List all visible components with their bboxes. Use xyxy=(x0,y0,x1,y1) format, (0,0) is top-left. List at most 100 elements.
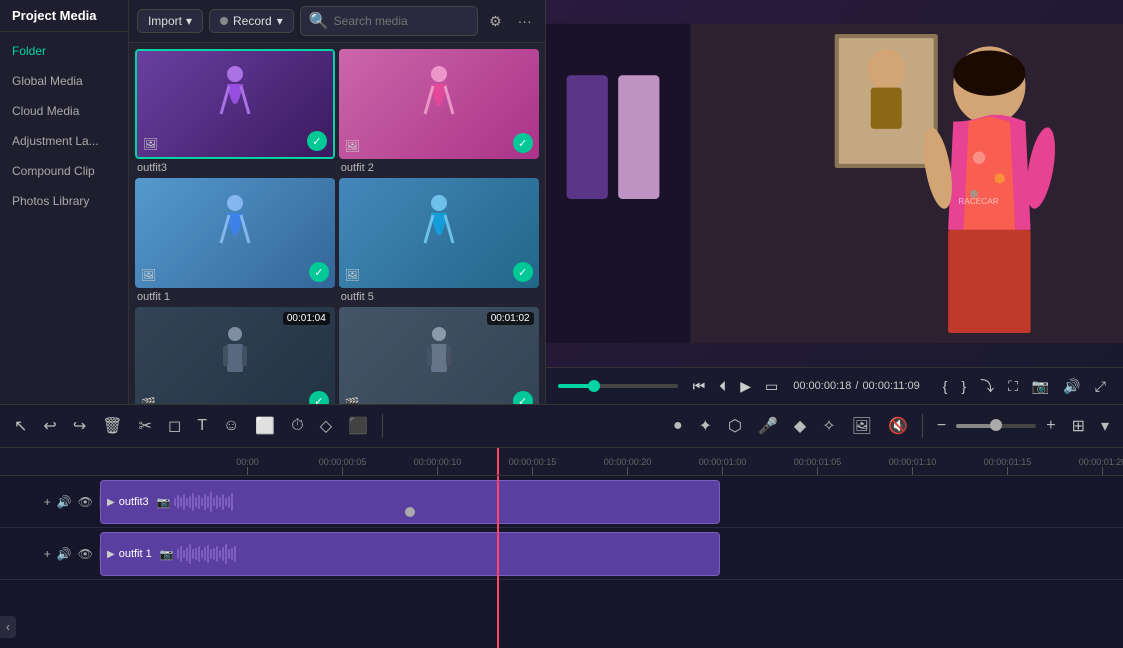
text-button[interactable]: T xyxy=(191,413,213,439)
media-item-video1[interactable]: 00:01:04 🎬 ✓ xyxy=(135,307,335,404)
media-thumb-outfit5: 🖼 ✓ xyxy=(339,178,539,288)
expand-button[interactable]: ⤢ xyxy=(1090,374,1111,398)
preview-video: RACECAR xyxy=(546,0,1123,367)
track-visible-button-1[interactable]: 👁 xyxy=(78,495,93,509)
track-visible-button-2[interactable]: 👁 xyxy=(78,547,93,561)
mute-button[interactable]: 🔇 xyxy=(882,412,914,440)
check-badge-video1: ✓ xyxy=(309,391,329,404)
search-input[interactable] xyxy=(334,14,469,28)
import-chevron-icon: ▾ xyxy=(186,14,192,28)
color-button[interactable]: ● xyxy=(667,413,689,439)
fullscreen-button[interactable]: ⛶ xyxy=(1003,374,1023,398)
transition-button[interactable]: ◇ xyxy=(314,412,338,440)
zoom-out-button[interactable]: − xyxy=(931,413,952,439)
track-controls-1: + 🔊 👁 xyxy=(0,495,100,509)
track-content-1: ▶ outfit3 📷 xyxy=(100,476,1123,527)
sidebar-item-folder[interactable]: Folder xyxy=(0,36,128,66)
rewind-button[interactable]: ⏮ xyxy=(688,376,711,397)
delete-button[interactable]: 🗑 xyxy=(96,412,128,440)
zoom-in-button[interactable]: + xyxy=(1040,413,1061,439)
track-volume-button-1[interactable]: 🔊 xyxy=(57,495,72,509)
ruler-mark-5: 00:00:01:00 xyxy=(675,457,770,475)
freeze-button[interactable]: ⬛ xyxy=(342,412,374,440)
track-add-button-1[interactable]: + xyxy=(44,495,51,509)
undo-button[interactable]: ↩ xyxy=(37,412,62,440)
media-grid: 🖼 ✓ outfit3 🖼 ✓ outfit 2 xyxy=(129,43,545,404)
snapshot-button[interactable]: 📷 xyxy=(1027,374,1054,398)
keyframe-button[interactable]: ◆ xyxy=(788,412,812,440)
motion-button[interactable]: ✧ xyxy=(816,412,841,440)
media-thumb-outfit2: 🖼 ✓ xyxy=(339,49,539,159)
cut-button[interactable]: ✂ xyxy=(133,412,158,440)
search-box: 🔍 xyxy=(300,6,478,36)
image-icon: 🖼 xyxy=(143,137,158,151)
pointer-tool[interactable]: ↖ xyxy=(8,412,33,440)
media-item-outfit2[interactable]: 🖼 ✓ outfit 2 xyxy=(339,49,539,174)
media-label-outfit1: outfit 1 xyxy=(135,291,335,303)
media-label-outfit3: outfit3 xyxy=(135,162,335,174)
ruler-marks: 00:00 00:00:00:05 00:00:00:10 00:00:00:1… xyxy=(100,448,1123,475)
record-button[interactable]: Record ▾ xyxy=(209,9,294,33)
track-add-button-2[interactable]: + xyxy=(44,547,51,561)
media-toolbar: Import ▾ Record ▾ 🔍 ⚙ ··· xyxy=(129,0,545,43)
import-button[interactable]: Import ▾ xyxy=(137,9,203,33)
import-label: Import xyxy=(148,14,182,28)
audio-button[interactable]: 🔊 xyxy=(1058,374,1085,398)
ruler-mark-4: 00:00:00:20 xyxy=(580,457,675,475)
left-panel: Project Media Folder Global Media Cloud … xyxy=(0,0,129,404)
zoom-bar[interactable] xyxy=(956,424,1036,428)
more-button[interactable]: ▾ xyxy=(1095,412,1115,440)
clip-camera-icon-2: 📷 xyxy=(160,548,174,561)
media-item-outfit1[interactable]: 🖼 ✓ outfit 1 xyxy=(135,178,335,303)
media-thumb-outfit3: 🖼 ✓ xyxy=(135,49,335,159)
effects-button[interactable]: ✦ xyxy=(693,412,718,440)
media-item-video2[interactable]: 00:01:02 🎬 ✓ xyxy=(339,307,539,404)
check-badge-outfit3: ✓ xyxy=(307,131,327,151)
media-item-outfit5[interactable]: 🖼 ✓ outfit 5 xyxy=(339,178,539,303)
record-chevron-icon: ▾ xyxy=(277,14,283,28)
filter-button[interactable]: ⚙ xyxy=(484,11,507,32)
main-toolbar: ↖ ↩ ↪ 🗑 ✂ ◻ T ☺ ⬜ ⏱ ◇ ⬛ ● ✦ ⬡ 🎤 ◆ ✧ 🖼 🔇 … xyxy=(0,404,1123,448)
more-options-button[interactable]: ··· xyxy=(513,11,537,31)
track-content-2: ▶ outfit 1 📷 xyxy=(100,528,1123,579)
duration-badge-video1: 00:01:04 xyxy=(283,312,330,325)
track-row-2: + 🔊 👁 ▶ outfit 1 📷 xyxy=(0,528,1123,580)
audio-track-button[interactable]: 🎤 xyxy=(752,412,784,440)
track-clip-outfit3[interactable]: ▶ outfit3 📷 xyxy=(100,480,720,524)
play-button[interactable]: ▶ xyxy=(735,376,756,397)
insert-button[interactable]: ⤵ xyxy=(975,374,999,398)
outfit5-figure-icon xyxy=(419,193,459,273)
ruler-mark-6: 00:00:01:05 xyxy=(770,457,865,475)
redo-button[interactable]: ↪ xyxy=(67,412,92,440)
media-panel: Import ▾ Record ▾ 🔍 ⚙ ··· xyxy=(129,0,546,404)
ruler-mark-9: 00:00:01:20 xyxy=(1055,457,1123,475)
sidebar-item-photos-library[interactable]: Photos Library xyxy=(0,186,128,216)
image-button[interactable]: 🖼 xyxy=(846,412,878,440)
out-point-button[interactable]: } xyxy=(956,374,971,398)
mask-button[interactable]: ⬡ xyxy=(722,412,748,440)
sidebar-item-global-media[interactable]: Global Media xyxy=(0,66,128,96)
sticker-button[interactable]: ☺ xyxy=(217,413,245,439)
frame-forward-button[interactable]: ▭ xyxy=(760,376,783,397)
progress-knob[interactable] xyxy=(588,380,600,392)
ruler-playhead xyxy=(497,448,499,475)
preview-scene-svg: RACECAR xyxy=(546,0,1123,367)
crop-button[interactable]: ◻ xyxy=(162,412,187,440)
in-point-button[interactable]: { xyxy=(938,374,953,398)
frame-back-button[interactable]: ⏴ xyxy=(714,376,731,397)
zoom-knob[interactable] xyxy=(990,419,1002,431)
sidebar-item-adjustment-layer[interactable]: Adjustment La... xyxy=(0,126,128,156)
track-volume-button-2[interactable]: 🔊 xyxy=(57,547,72,561)
overlay-button[interactable]: ⬜ xyxy=(249,412,281,440)
sidebar-item-compound-clip[interactable]: Compound Clip xyxy=(0,156,128,186)
track-clip-outfit1[interactable]: ▶ outfit 1 📷 xyxy=(100,532,720,576)
check-badge-outfit2: ✓ xyxy=(513,133,533,153)
sidebar-item-cloud-media[interactable]: Cloud Media xyxy=(0,96,128,126)
media-item-outfit3[interactable]: 🖼 ✓ outfit3 xyxy=(135,49,335,174)
speed-button[interactable]: ⏱ xyxy=(285,413,309,439)
progress-bar[interactable] xyxy=(558,384,678,388)
clip-label-outfit1: outfit 1 xyxy=(119,548,152,560)
image-icon-4: 🖼 xyxy=(345,268,360,282)
grid-view-button[interactable]: ⊞ xyxy=(1066,412,1091,440)
preview-controls: ⏮ ⏴ ▶ ▭ 00:00:00:18 / 00:00:11:09 { } ⤵ … xyxy=(546,367,1123,404)
